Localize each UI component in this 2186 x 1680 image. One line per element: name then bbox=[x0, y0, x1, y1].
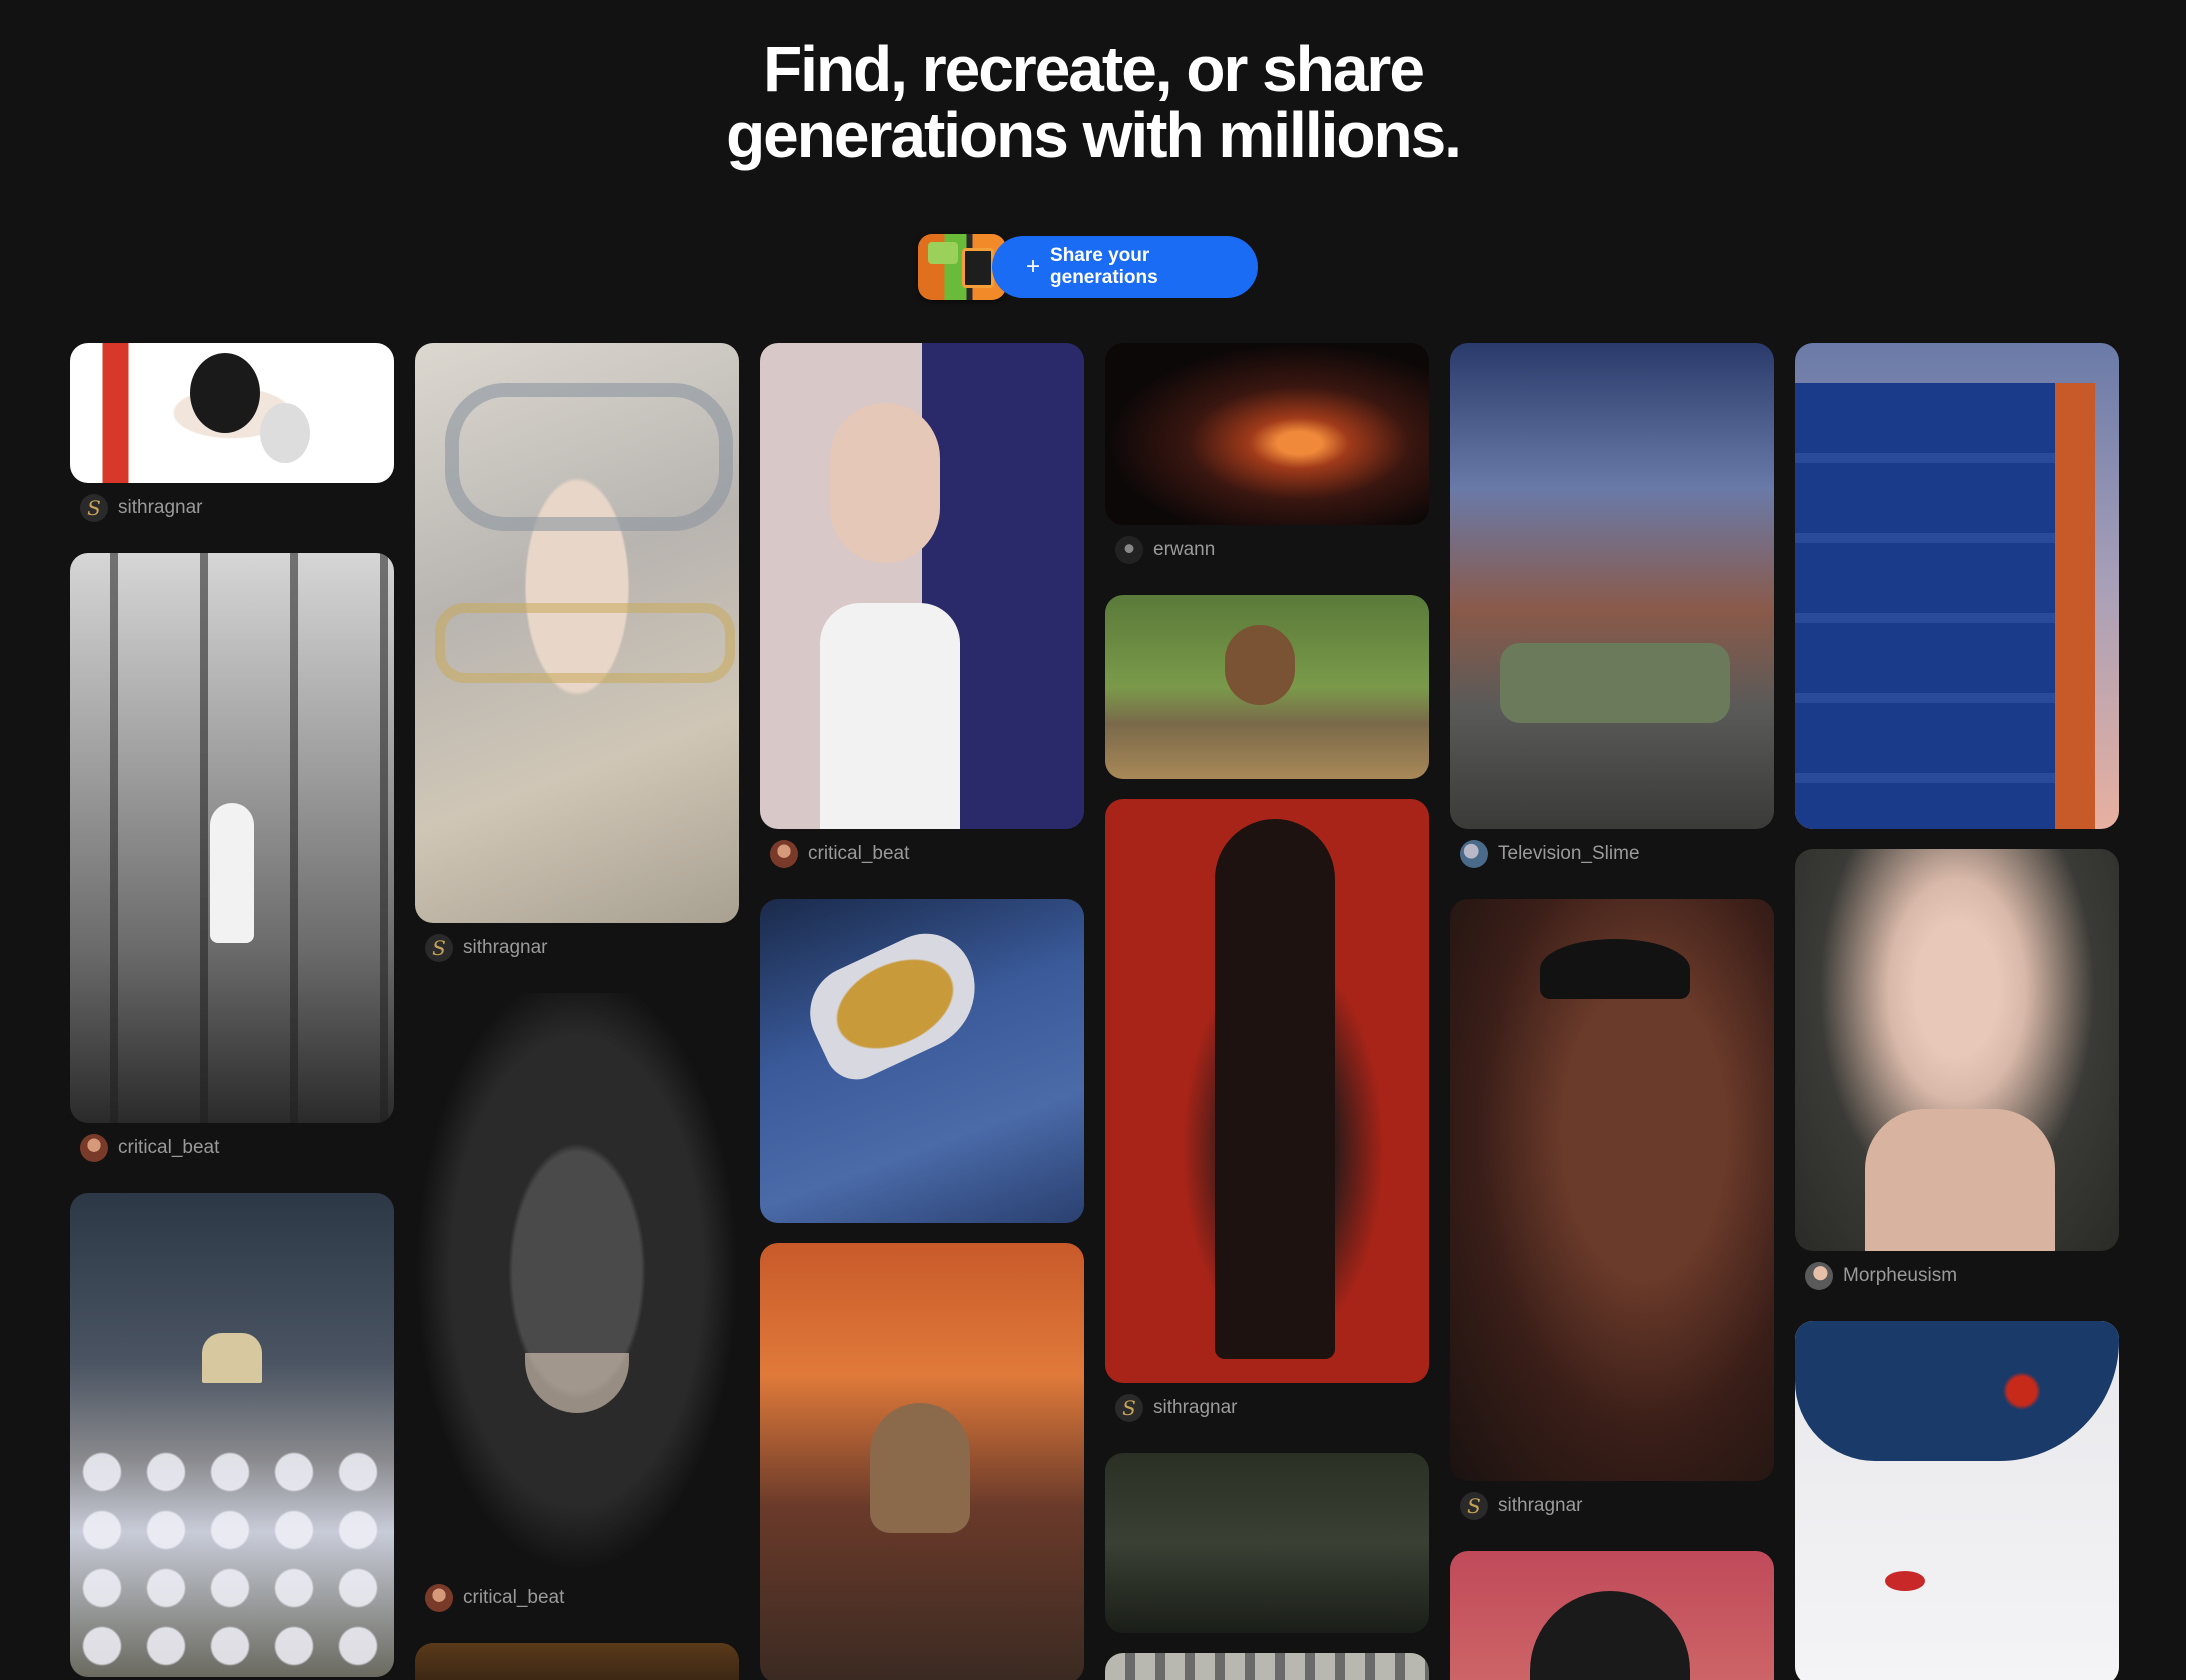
generation-image[interactable] bbox=[415, 993, 739, 1573]
avatar bbox=[1460, 840, 1488, 868]
hero-title-line-1: Find, recreate, or share bbox=[763, 33, 1425, 105]
username[interactable]: erwann bbox=[1153, 539, 1215, 561]
generation-card[interactable]: erwann bbox=[1105, 343, 1429, 575]
generation-image[interactable] bbox=[70, 1193, 394, 1677]
generation-image[interactable] bbox=[1795, 343, 2119, 829]
generation-card[interactable] bbox=[760, 899, 1084, 1223]
avatar bbox=[425, 1584, 453, 1612]
plus-icon: + bbox=[1026, 253, 1041, 280]
generation-card[interactable]: S sithragnar bbox=[70, 343, 394, 533]
avatar: S bbox=[1460, 1492, 1488, 1520]
generation-image[interactable] bbox=[70, 553, 394, 1123]
generation-image[interactable] bbox=[760, 899, 1084, 1223]
generation-image[interactable] bbox=[1105, 1453, 1429, 1633]
grid-column: erwann S sithragnar bbox=[1105, 343, 1429, 1680]
generation-image[interactable] bbox=[1105, 595, 1429, 779]
generation-card[interactable]: S sithragnar bbox=[1450, 899, 1774, 1531]
generation-image[interactable] bbox=[70, 343, 394, 483]
generation-image[interactable] bbox=[1795, 849, 2119, 1251]
avatar bbox=[80, 1134, 108, 1162]
generation-image[interactable] bbox=[415, 343, 739, 923]
hero-title: Find, recreate, or share generations wit… bbox=[0, 36, 2186, 168]
grid-column: S sithragnar critical_beat bbox=[415, 343, 739, 1680]
avatar bbox=[770, 840, 798, 868]
generation-image[interactable] bbox=[760, 1243, 1084, 1680]
generation-card[interactable]: Television_Slime bbox=[1450, 343, 1774, 879]
explore-page: Find, recreate, or share generations wit… bbox=[0, 0, 2186, 1680]
generation-image[interactable] bbox=[1450, 899, 1774, 1481]
card-credit[interactable]: critical_beat bbox=[415, 1573, 739, 1623]
generation-card[interactable]: Morpheusism bbox=[1795, 849, 2119, 1301]
generation-card[interactable] bbox=[1105, 595, 1429, 779]
hero-title-line-2: generations with millions. bbox=[726, 99, 1462, 171]
generation-image[interactable] bbox=[415, 1643, 739, 1680]
username[interactable]: Television_Slime bbox=[1498, 843, 1640, 865]
username[interactable]: sithragnar bbox=[1153, 1397, 1238, 1419]
card-credit[interactable]: Television_Slime bbox=[1450, 829, 1774, 879]
username[interactable]: critical_beat bbox=[808, 843, 909, 865]
generation-image[interactable] bbox=[1105, 799, 1429, 1383]
generation-card[interactable] bbox=[415, 1643, 739, 1680]
card-credit[interactable]: Morpheusism bbox=[1795, 1251, 2119, 1301]
share-generations-button[interactable]: + Share your generations bbox=[992, 236, 1258, 298]
generation-card[interactable] bbox=[1105, 1653, 1429, 1680]
generation-card[interactable]: critical_beat bbox=[415, 993, 739, 1623]
username[interactable]: Morpheusism bbox=[1843, 1265, 1957, 1287]
grid-column: critical_beat bbox=[760, 343, 1084, 1680]
grid-column: Morpheusism bbox=[1795, 343, 2119, 1680]
card-credit[interactable]: erwann bbox=[1105, 525, 1429, 575]
generation-image[interactable] bbox=[1450, 343, 1774, 829]
avatar: S bbox=[1115, 1394, 1143, 1422]
generation-image[interactable] bbox=[1105, 343, 1429, 525]
generation-card[interactable] bbox=[760, 1243, 1084, 1680]
avatar: S bbox=[425, 934, 453, 962]
username[interactable]: critical_beat bbox=[118, 1137, 219, 1159]
card-credit[interactable]: critical_beat bbox=[70, 1123, 394, 1173]
generation-card[interactable]: critical_beat bbox=[70, 553, 394, 1173]
generation-card[interactable] bbox=[1105, 1453, 1429, 1633]
generation-card[interactable]: S sithragnar bbox=[1105, 799, 1429, 1433]
generation-card[interactable]: S sithragnar bbox=[415, 343, 739, 973]
generation-card[interactable] bbox=[1795, 343, 2119, 829]
generation-image[interactable] bbox=[760, 343, 1084, 829]
grid-column: S sithragnar critical_beat bbox=[70, 343, 394, 1680]
avatar bbox=[1805, 1262, 1833, 1290]
avatar: S bbox=[80, 494, 108, 522]
card-credit[interactable]: S sithragnar bbox=[1450, 1481, 1774, 1531]
avatar bbox=[1115, 536, 1143, 564]
generation-card[interactable]: critical_beat bbox=[760, 343, 1084, 879]
generation-card[interactable] bbox=[70, 1193, 394, 1677]
username[interactable]: critical_beat bbox=[463, 1587, 564, 1609]
generation-image[interactable] bbox=[1450, 1551, 1774, 1680]
card-credit[interactable]: S sithragnar bbox=[415, 923, 739, 973]
generation-card[interactable] bbox=[1795, 1321, 2119, 1680]
generation-card[interactable] bbox=[1450, 1551, 1774, 1680]
card-credit[interactable]: critical_beat bbox=[760, 829, 1084, 879]
grid-column: Television_Slime S sithragnar bbox=[1450, 343, 1774, 1680]
card-credit[interactable]: S sithragnar bbox=[70, 483, 394, 533]
generation-image[interactable] bbox=[1795, 1321, 2119, 1680]
username[interactable]: sithragnar bbox=[463, 937, 548, 959]
card-credit[interactable]: S sithragnar bbox=[1105, 1383, 1429, 1433]
share-button-label: Share your generations bbox=[1050, 245, 1158, 288]
generation-image[interactable] bbox=[1105, 1653, 1429, 1680]
username[interactable]: sithragnar bbox=[118, 497, 203, 519]
username[interactable]: sithragnar bbox=[1498, 1495, 1583, 1517]
